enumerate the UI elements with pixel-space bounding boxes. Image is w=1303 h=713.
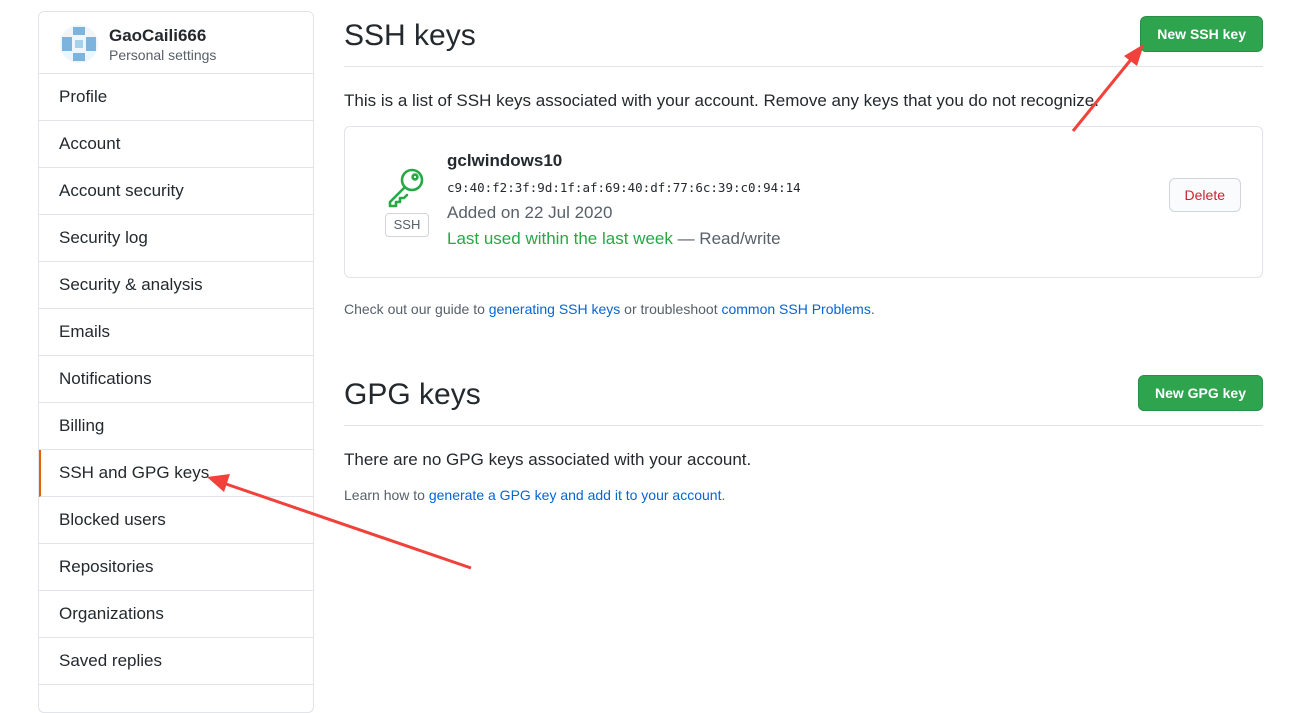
user-header: GaoCaili666 Personal settings	[39, 12, 313, 74]
generate-gpg-key-link[interactable]: generate a GPG key and add it to your ac…	[429, 487, 722, 503]
ssh-key-added-date: Added on 22 Jul 2020	[447, 203, 613, 222]
ssh-badge: SSH	[385, 213, 429, 237]
ssh-keys-title: SSH keys	[344, 19, 476, 52]
guide-middle: or troubleshoot	[620, 301, 722, 317]
gpg-keys-title: GPG keys	[344, 378, 481, 411]
learn-prefix: Learn how to	[344, 487, 429, 503]
new-gpg-key-button[interactable]: New GPG key	[1137, 375, 1263, 411]
guide-prefix: Check out our guide to	[344, 301, 489, 317]
learn-suffix: .	[721, 487, 726, 503]
username[interactable]: GaoCaili666	[109, 26, 206, 46]
sidebar-item-saved-replies[interactable]: Saved replies	[39, 638, 313, 685]
sidebar-item-emails[interactable]: Emails	[39, 309, 313, 356]
sidebar-item-label: Billing	[59, 416, 105, 435]
avatar[interactable]	[60, 25, 98, 63]
sidebar-item-profile[interactable]: Profile	[39, 74, 313, 121]
sidebar-item-label: Profile	[59, 87, 108, 106]
sidebar-item-label: Notifications	[59, 369, 152, 388]
sidebar-item-label: Repositories	[59, 557, 154, 576]
ssh-intro-text: This is a list of SSH keys associated wi…	[344, 91, 1099, 110]
sidebar-item-organizations[interactable]: Organizations	[39, 591, 313, 638]
no-gpg-keys-text: There are no GPG keys associated with yo…	[344, 450, 752, 469]
ssh-key-item: SSH gclwindows10 c9:40:f2:3f:9d:1f:af:69…	[344, 126, 1263, 278]
ssh-key-last-used: Last used within the last week — Read/wr…	[447, 229, 781, 249]
sidebar-item-security-log[interactable]: Security log	[39, 215, 313, 262]
sidebar-item-security-analysis[interactable]: Security & analysis	[39, 262, 313, 309]
sidebar-item-blocked-users[interactable]: Blocked users	[39, 497, 313, 544]
common-ssh-problems-link[interactable]: common SSH Problems	[721, 301, 870, 317]
sidebar-item-label: Saved replies	[59, 651, 163, 670]
personal-settings-label: Personal settings	[109, 47, 217, 63]
last-used-text: Last used within the last week	[447, 229, 673, 248]
sidebar-item-account[interactable]: Account	[39, 121, 313, 168]
sidebar-item-account-security[interactable]: Account security	[39, 168, 313, 215]
ssh-guide-text: Check out our guide to generating SSH ke…	[344, 301, 875, 317]
sidebar-item-billing[interactable]: Billing	[39, 403, 313, 450]
generating-ssh-keys-link[interactable]: generating SSH keys	[489, 301, 621, 317]
ssh-key-fingerprint: c9:40:f2:3f:9d:1f:af:69:40:df:77:6c:39:c…	[447, 180, 801, 195]
sidebar-item-label: Emails	[59, 322, 111, 341]
sidebar-item-label: Security & analysis	[59, 275, 203, 294]
settings-sidebar: GaoCaili666 Personal settings Profile Acc…	[38, 11, 314, 713]
sidebar-item-notifications[interactable]: Notifications	[39, 356, 313, 403]
sidebar-item-label: Account	[59, 134, 121, 153]
key-icon	[388, 168, 424, 208]
guide-suffix: .	[870, 301, 875, 317]
sidebar-item-ssh-gpg-keys[interactable]: SSH and GPG keys	[39, 450, 313, 497]
sidebar-item-label: Organizations	[59, 604, 164, 623]
access-level: — Read/write	[672, 229, 781, 248]
gpg-section-header: GPG keys New GPG key	[344, 340, 1263, 426]
sidebar-item-label: SSH and GPG keys	[59, 463, 210, 482]
ssh-key-name: gclwindows10	[447, 151, 563, 170]
sidebar-item-label: Security log	[59, 228, 148, 247]
new-ssh-key-button[interactable]: New SSH key	[1140, 16, 1263, 52]
sidebar-item-repositories[interactable]: Repositories	[39, 544, 313, 591]
sidebar-item-label: Account security	[59, 181, 184, 200]
ssh-section-header: SSH keys New SSH key	[344, 0, 1263, 67]
delete-ssh-key-button[interactable]: Delete	[1168, 178, 1241, 212]
sidebar-menu: Profile Account Account security Security l…	[39, 74, 313, 685]
gpg-learn-text: Learn how to generate a GPG key and add …	[344, 487, 725, 503]
sidebar-item-label: Blocked users	[59, 510, 166, 529]
